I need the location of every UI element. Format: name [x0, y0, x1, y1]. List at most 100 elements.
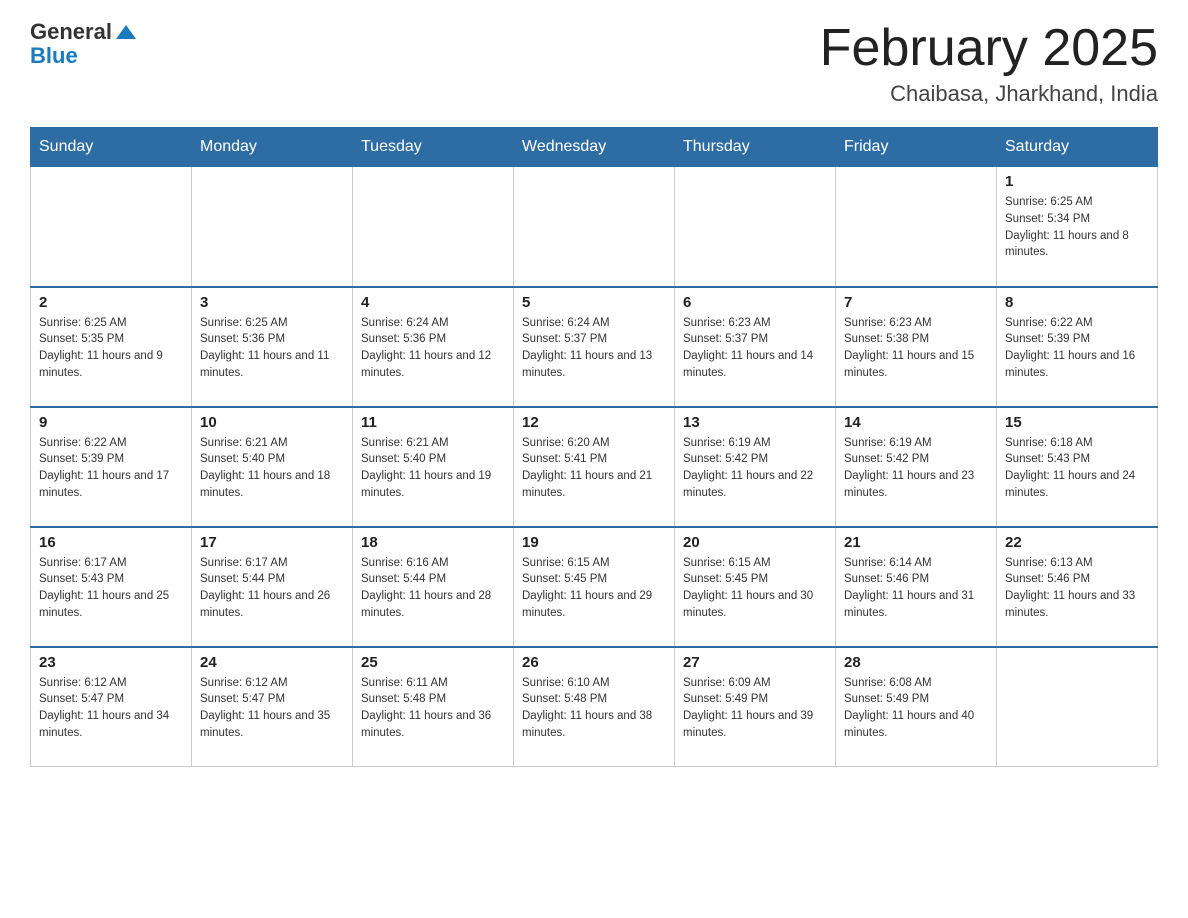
calendar-cell: 16 Sunrise: 6:17 AMSunset: 5:43 PMDayligh… — [31, 527, 192, 647]
day-number: 21 — [844, 534, 988, 551]
calendar-cell: 25 Sunrise: 6:11 AMSunset: 5:48 PMDayligh… — [353, 647, 514, 767]
day-number: 13 — [683, 414, 827, 431]
calendar-cell: 12 Sunrise: 6:20 AMSunset: 5:41 PMDayligh… — [514, 407, 675, 527]
calendar-cell — [997, 647, 1158, 767]
day-number: 9 — [39, 414, 183, 431]
calendar-cell — [353, 167, 514, 287]
calendar-cell — [192, 167, 353, 287]
day-info: Sunrise: 6:14 AMSunset: 5:46 PMDaylight:… — [844, 555, 988, 622]
calendar-cell: 4 Sunrise: 6:24 AMSunset: 5:36 PMDaylight… — [353, 287, 514, 407]
logo: General Blue — [30, 20, 136, 68]
day-info: Sunrise: 6:21 AMSunset: 5:40 PMDaylight:… — [200, 435, 344, 502]
calendar-cell — [836, 167, 997, 287]
day-info: Sunrise: 6:12 AMSunset: 5:47 PMDaylight:… — [200, 675, 344, 742]
day-number: 5 — [522, 294, 666, 311]
calendar-week-1: 1 Sunrise: 6:25 AMSunset: 5:34 PMDaylight… — [31, 167, 1158, 287]
calendar-cell: 23 Sunrise: 6:12 AMSunset: 5:47 PMDayligh… — [31, 647, 192, 767]
calendar-cell: 24 Sunrise: 6:12 AMSunset: 5:47 PMDayligh… — [192, 647, 353, 767]
calendar-cell: 14Sunrise: 6:19 AMSunset: 5:42 PMDayligh… — [836, 407, 997, 527]
day-number: 24 — [200, 654, 344, 671]
day-number: 4 — [361, 294, 505, 311]
day-number: 18 — [361, 534, 505, 551]
column-header-monday: Monday — [192, 128, 353, 167]
day-info: Sunrise: 6:24 AMSunset: 5:37 PMDaylight:… — [522, 315, 666, 382]
day-number: 27 — [683, 654, 827, 671]
page-header: General Blue February 2025 Chaibasa, Jha… — [30, 20, 1158, 107]
day-number: 11 — [361, 414, 505, 431]
day-info: Sunrise: 6:17 AMSunset: 5:44 PMDaylight:… — [200, 555, 344, 622]
calendar-cell: 18 Sunrise: 6:16 AMSunset: 5:44 PMDayligh… — [353, 527, 514, 647]
day-info: Sunrise: 6:23 AMSunset: 5:38 PMDaylight:… — [844, 315, 988, 382]
logo-triangle-icon — [116, 25, 136, 39]
column-header-tuesday: Tuesday — [353, 128, 514, 167]
day-info: Sunrise: 6:19 AMSunset: 5:42 PMDaylight:… — [844, 435, 988, 502]
logo-general-text: General — [30, 20, 112, 44]
day-number: 28 — [844, 654, 988, 671]
calendar-cell: 19 Sunrise: 6:15 AMSunset: 5:45 PMDayligh… — [514, 527, 675, 647]
calendar-cell: 7 Sunrise: 6:23 AMSunset: 5:38 PMDaylight… — [836, 287, 997, 407]
calendar-cell: 2 Sunrise: 6:25 AMSunset: 5:35 PMDaylight… — [31, 287, 192, 407]
calendar-header-row: SundayMondayTuesdayWednesdayThursdayFrid… — [31, 128, 1158, 167]
calendar-cell: 5 Sunrise: 6:24 AMSunset: 5:37 PMDaylight… — [514, 287, 675, 407]
calendar-cell: 13 Sunrise: 6:19 AMSunset: 5:42 PMDayligh… — [675, 407, 836, 527]
calendar-cell: 21 Sunrise: 6:14 AMSunset: 5:46 PMDayligh… — [836, 527, 997, 647]
calendar-table: SundayMondayTuesdayWednesdayThursdayFrid… — [30, 127, 1158, 767]
day-info: Sunrise: 6:24 AMSunset: 5:36 PMDaylight:… — [361, 315, 505, 382]
calendar-cell: 27 Sunrise: 6:09 AMSunset: 5:49 PMDayligh… — [675, 647, 836, 767]
calendar-cell — [514, 167, 675, 287]
day-number: 7 — [844, 294, 988, 311]
day-number: 25 — [361, 654, 505, 671]
calendar-cell: 17 Sunrise: 6:17 AMSunset: 5:44 PMDayligh… — [192, 527, 353, 647]
day-number: 3 — [200, 294, 344, 311]
day-number: 15 — [1005, 414, 1149, 431]
day-info: Sunrise: 6:19 AMSunset: 5:42 PMDaylight:… — [683, 435, 827, 502]
day-number: 17 — [200, 534, 344, 551]
day-info: Sunrise: 6:25 AMSunset: 5:34 PMDaylight:… — [1005, 194, 1149, 261]
title-block: February 2025 Chaibasa, Jharkhand, India — [820, 20, 1158, 107]
day-info: Sunrise: 6:15 AMSunset: 5:45 PMDaylight:… — [683, 555, 827, 622]
location-title: Chaibasa, Jharkhand, India — [820, 81, 1158, 107]
day-info: Sunrise: 6:17 AMSunset: 5:43 PMDaylight:… — [39, 555, 183, 622]
day-number: 23 — [39, 654, 183, 671]
column-header-sunday: Sunday — [31, 128, 192, 167]
calendar-cell: 20Sunrise: 6:15 AMSunset: 5:45 PMDayligh… — [675, 527, 836, 647]
day-info: Sunrise: 6:16 AMSunset: 5:44 PMDaylight:… — [361, 555, 505, 622]
day-number: 16 — [39, 534, 183, 551]
calendar-week-5: 23 Sunrise: 6:12 AMSunset: 5:47 PMDayligh… — [31, 647, 1158, 767]
day-info: Sunrise: 6:15 AMSunset: 5:45 PMDaylight:… — [522, 555, 666, 622]
day-number: 12 — [522, 414, 666, 431]
calendar-cell — [675, 167, 836, 287]
calendar-cell: 28Sunrise: 6:08 AMSunset: 5:49 PMDayligh… — [836, 647, 997, 767]
day-info: Sunrise: 6:13 AMSunset: 5:46 PMDaylight:… — [1005, 555, 1149, 622]
month-title: February 2025 — [820, 20, 1158, 77]
day-info: Sunrise: 6:09 AMSunset: 5:49 PMDaylight:… — [683, 675, 827, 742]
calendar-cell: 15 Sunrise: 6:18 AMSunset: 5:43 PMDayligh… — [997, 407, 1158, 527]
calendar-cell: 11 Sunrise: 6:21 AMSunset: 5:40 PMDayligh… — [353, 407, 514, 527]
day-info: Sunrise: 6:21 AMSunset: 5:40 PMDaylight:… — [361, 435, 505, 502]
calendar-cell: 26 Sunrise: 6:10 AMSunset: 5:48 PMDayligh… — [514, 647, 675, 767]
day-number: 2 — [39, 294, 183, 311]
day-number: 19 — [522, 534, 666, 551]
day-info: Sunrise: 6:23 AMSunset: 5:37 PMDaylight:… — [683, 315, 827, 382]
day-number: 1 — [1005, 173, 1149, 190]
day-info: Sunrise: 6:12 AMSunset: 5:47 PMDaylight:… — [39, 675, 183, 742]
day-info: Sunrise: 6:18 AMSunset: 5:43 PMDaylight:… — [1005, 435, 1149, 502]
calendar-cell — [31, 167, 192, 287]
day-info: Sunrise: 6:20 AMSunset: 5:41 PMDaylight:… — [522, 435, 666, 502]
column-header-thursday: Thursday — [675, 128, 836, 167]
day-number: 26 — [522, 654, 666, 671]
day-info: Sunrise: 6:10 AMSunset: 5:48 PMDaylight:… — [522, 675, 666, 742]
calendar-cell: 1 Sunrise: 6:25 AMSunset: 5:34 PMDaylight… — [997, 167, 1158, 287]
day-number: 22 — [1005, 534, 1149, 551]
day-info: Sunrise: 6:25 AMSunset: 5:36 PMDaylight:… — [200, 315, 344, 382]
calendar-week-3: 9 Sunrise: 6:22 AMSunset: 5:39 PMDaylight… — [31, 407, 1158, 527]
calendar-cell: 3 Sunrise: 6:25 AMSunset: 5:36 PMDaylight… — [192, 287, 353, 407]
day-info: Sunrise: 6:25 AMSunset: 5:35 PMDaylight:… — [39, 315, 183, 382]
day-number: 8 — [1005, 294, 1149, 311]
calendar-cell: 9 Sunrise: 6:22 AMSunset: 5:39 PMDaylight… — [31, 407, 192, 527]
calendar-cell: 22 Sunrise: 6:13 AMSunset: 5:46 PMDayligh… — [997, 527, 1158, 647]
day-info: Sunrise: 6:11 AMSunset: 5:48 PMDaylight:… — [361, 675, 505, 742]
day-info: Sunrise: 6:22 AMSunset: 5:39 PMDaylight:… — [39, 435, 183, 502]
calendar-week-2: 2 Sunrise: 6:25 AMSunset: 5:35 PMDaylight… — [31, 287, 1158, 407]
column-header-friday: Friday — [836, 128, 997, 167]
